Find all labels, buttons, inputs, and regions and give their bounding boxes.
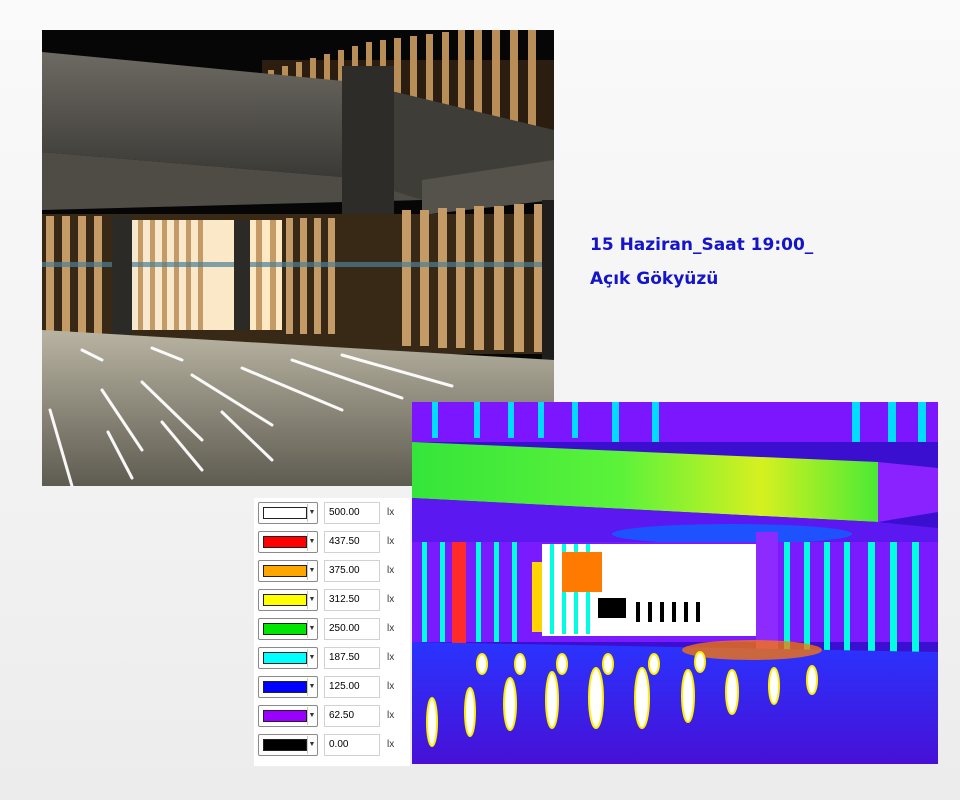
color-swatch [263, 652, 307, 664]
threshold-value-field[interactable]: 500.00 [324, 502, 380, 524]
false-color-render-image [412, 402, 938, 764]
color-picker-button[interactable]: ▼ [258, 676, 318, 698]
color-picker-button[interactable]: ▼ [258, 647, 318, 669]
caption-sky-condition: Açık Gökyüzü [590, 269, 719, 289]
chevron-down-icon: ▼ [307, 736, 316, 754]
threshold-value-field[interactable]: 187.50 [324, 647, 380, 669]
threshold-value-field[interactable]: 437.50 [324, 531, 380, 553]
color-swatch [263, 623, 307, 635]
chevron-down-icon: ▼ [307, 620, 316, 638]
color-picker-button[interactable]: ▼ [258, 734, 318, 756]
legend-row: ▼ 250.00 lx [254, 614, 410, 642]
color-picker-button[interactable]: ▼ [258, 589, 318, 611]
color-picker-button[interactable]: ▼ [258, 502, 318, 524]
color-swatch [263, 681, 307, 693]
unit-label: lx [387, 681, 395, 692]
false-color-render [412, 402, 938, 764]
threshold-value-field[interactable]: 125.00 [324, 676, 380, 698]
chevron-down-icon: ▼ [307, 562, 316, 580]
chevron-down-icon: ▼ [307, 707, 316, 725]
unit-label: lx [387, 594, 395, 605]
color-swatch [263, 536, 307, 548]
legend-row: ▼ 500.00 lx [254, 498, 410, 526]
legend-row: ▼ 62.50 lx [254, 701, 410, 729]
chevron-down-icon: ▼ [307, 591, 316, 609]
threshold-value-field[interactable]: 250.00 [324, 618, 380, 640]
chevron-down-icon: ▼ [307, 649, 316, 667]
legend-row: ▼ 312.50 lx [254, 585, 410, 613]
color-picker-button[interactable]: ▼ [258, 705, 318, 727]
color-swatch [263, 565, 307, 577]
legend-row: ▼ 125.00 lx [254, 672, 410, 700]
chevron-down-icon: ▼ [307, 533, 316, 551]
color-swatch [263, 507, 307, 519]
legend-row: ▼ 187.50 lx [254, 643, 410, 671]
chevron-down-icon: ▼ [307, 504, 316, 522]
threshold-value-field[interactable]: 0.00 [324, 734, 380, 756]
unit-label: lx [387, 623, 395, 634]
chevron-down-icon: ▼ [307, 678, 316, 696]
color-picker-button[interactable]: ▼ [258, 531, 318, 553]
unit-label: lx [387, 536, 395, 547]
color-swatch [263, 710, 307, 722]
threshold-value-field[interactable]: 375.00 [324, 560, 380, 582]
unit-label: lx [387, 565, 395, 576]
unit-label: lx [387, 507, 395, 518]
legend-row: ▼ 0.00 lx [254, 730, 410, 758]
legend-row: ▼ 437.50 lx [254, 527, 410, 555]
color-picker-button[interactable]: ▼ [258, 618, 318, 640]
illuminance-legend: ▼ 500.00 lx ▼ 437.50 lx ▼ 375.00 lx ▼ 31… [254, 498, 410, 766]
legend-row: ▼ 375.00 lx [254, 556, 410, 584]
caption-date-time: 15 Haziran_Saat 19:00_ [590, 235, 814, 255]
color-swatch [263, 739, 307, 751]
threshold-value-field[interactable]: 62.50 [324, 705, 380, 727]
unit-label: lx [387, 710, 395, 721]
color-picker-button[interactable]: ▼ [258, 560, 318, 582]
unit-label: lx [387, 739, 395, 750]
render-caption: 15 Haziran_Saat 19:00_ Açık Gökyüzü [590, 228, 813, 296]
threshold-value-field[interactable]: 312.50 [324, 589, 380, 611]
color-swatch [263, 594, 307, 606]
unit-label: lx [387, 652, 395, 663]
